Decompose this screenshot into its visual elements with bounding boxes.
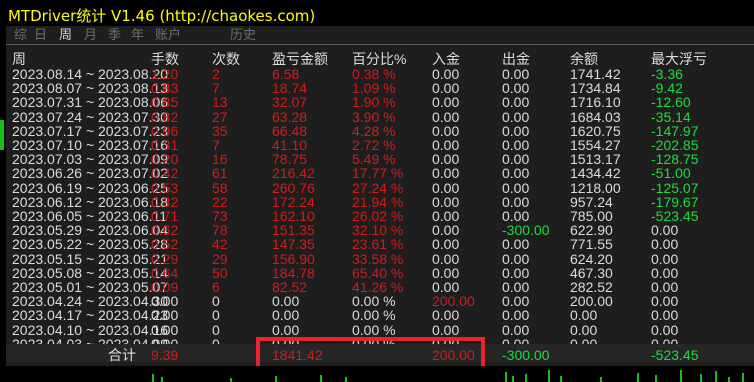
header-pl: 盈亏金额 <box>272 51 328 67</box>
chart-bar <box>525 374 527 382</box>
chart-edge-marker <box>0 120 4 150</box>
chart-bar <box>600 377 602 382</box>
chart-bar <box>680 370 682 382</box>
header-balance: 余额 <box>570 51 598 67</box>
header-period: 周 <box>12 51 26 67</box>
total-withdraw: -300.00 <box>502 347 550 363</box>
tab-week[interactable]: 周 <box>59 24 72 43</box>
chart-bar <box>560 376 562 382</box>
chart-bar <box>637 373 639 382</box>
table-header: 周 手数 次数 盈亏金额 百分比% 入金 出金 余额 最大浮亏 <box>0 52 754 67</box>
tab-separator <box>6 44 754 45</box>
header-deposit: 入金 <box>432 51 460 67</box>
header-withdraw: 出金 <box>502 51 530 67</box>
chart-bar <box>275 376 277 382</box>
header-count: 次数 <box>212 51 240 67</box>
tab-year[interactable]: 年 <box>131 24 144 43</box>
window-title: MTDriver统计 V1.46 (http://chaokes.com) <box>8 7 316 25</box>
total-label: 合计 <box>108 347 136 363</box>
chart-bar <box>548 370 550 382</box>
tab-month[interactable]: 月 <box>84 24 97 43</box>
chart-background-strip <box>0 366 754 382</box>
header-lots: 手数 <box>151 51 179 67</box>
chart-bar <box>152 374 154 382</box>
tab-day[interactable]: 日 <box>34 24 47 43</box>
tab-quarter[interactable]: 季 <box>108 24 121 43</box>
chart-bar <box>700 374 702 382</box>
chart-bar <box>728 377 730 382</box>
chart-bar <box>505 372 507 382</box>
chart-bar <box>161 377 163 382</box>
header-pct: 百分比% <box>352 51 407 67</box>
chart-bar <box>512 376 514 382</box>
chart-bar <box>715 371 717 382</box>
tab-overview[interactable]: 综 <box>14 24 27 43</box>
chart-bar <box>655 375 657 382</box>
tab-bar: 综 日 周 月 季 年 账户 历史 <box>14 24 614 43</box>
chart-bar <box>345 377 347 382</box>
chart-bar <box>320 375 322 382</box>
tab-account[interactable]: 账户 <box>155 24 181 43</box>
chart-bar <box>742 373 744 382</box>
chart-bar <box>230 378 232 382</box>
header-max-dd: 最大浮亏 <box>651 51 707 67</box>
total-lots: 9.39 <box>151 347 179 363</box>
total-max-dd: -523.45 <box>651 347 699 363</box>
tab-history[interactable]: 历史 <box>230 24 256 43</box>
